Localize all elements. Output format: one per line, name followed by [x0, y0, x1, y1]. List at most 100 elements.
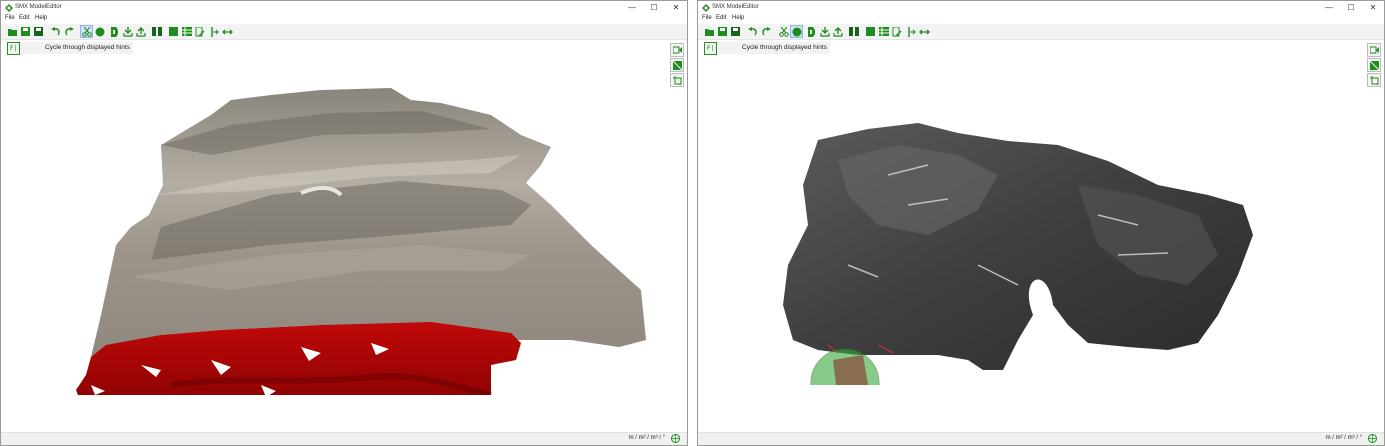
scissors-icon: [81, 26, 92, 37]
window-title: SMX ModelEditor: [712, 4, 759, 10]
rock-outcrop-model[interactable]: SM: [778, 115, 1258, 385]
camera-icon: [672, 46, 682, 54]
close-button[interactable]: ✕: [665, 2, 687, 13]
app-icon: [5, 4, 13, 12]
redo-button[interactable]: [760, 26, 771, 37]
toolbar: [698, 24, 1384, 40]
folder-open-icon: [704, 29, 714, 36]
camera-view-button[interactable]: [1367, 43, 1381, 57]
window-title: SMX ModelEditor: [15, 4, 62, 10]
table-button[interactable]: [181, 26, 192, 37]
bounding-box-button[interactable]: [1367, 73, 1381, 87]
bounding-box-button[interactable]: [670, 73, 684, 87]
3d-viewport[interactable]: Cycle through displayed hints F|: [1, 40, 687, 433]
cut-tool-button[interactable]: [778, 26, 789, 37]
table-icon: [181, 27, 192, 36]
table-icon: [878, 27, 889, 36]
model-editor-window-right: SMX ModelEditor — ☐ ✕ File Edit Help Cyc…: [697, 0, 1385, 446]
minimize-button[interactable]: —: [1318, 2, 1340, 13]
document-edit-icon: [195, 26, 204, 36]
menu-edit[interactable]: Edit: [19, 15, 29, 21]
half-shape-button[interactable]: [806, 26, 817, 37]
globe-icon[interactable]: [1368, 434, 1377, 443]
import-button[interactable]: [819, 26, 830, 37]
measure-button[interactable]: [919, 26, 930, 37]
maximize-button[interactable]: ☐: [1340, 2, 1362, 13]
sphere-tool-button[interactable]: [94, 26, 105, 37]
redo-icon: [64, 27, 74, 36]
hint-toggle-button[interactable]: F|: [7, 42, 20, 55]
measure-button[interactable]: [222, 26, 233, 37]
cut-tool-button[interactable]: [80, 25, 93, 38]
globe-icon[interactable]: [671, 434, 680, 443]
minimize-button[interactable]: —: [621, 2, 643, 13]
units-label: m / m² / m³ / °: [628, 435, 665, 441]
sphere-icon: [95, 27, 104, 36]
download-icon: [122, 26, 133, 37]
menu-edit[interactable]: Edit: [716, 15, 726, 21]
upload-icon: [135, 26, 146, 37]
redo-button[interactable]: [63, 26, 74, 37]
save-as-button[interactable]: [33, 26, 44, 37]
3d-viewport[interactable]: Cycle through displayed hints F| SM: [698, 40, 1384, 433]
menu-bar: File Edit Help: [698, 14, 1384, 24]
folder-open-icon: [7, 29, 17, 36]
split-view-button[interactable]: [848, 26, 859, 37]
quarry-terrain-model[interactable]: [71, 85, 661, 395]
units-label: m / m² / m³ / °: [1325, 435, 1362, 441]
menu-help[interactable]: Help: [732, 15, 744, 21]
split-view-icon: [151, 27, 162, 36]
close-button[interactable]: ✕: [1362, 2, 1384, 13]
menu-bar: File Edit Help: [1, 14, 687, 24]
report-button[interactable]: [891, 26, 902, 37]
table-button[interactable]: [878, 26, 889, 37]
measure-arrow-icon: [222, 29, 233, 34]
save-as-button[interactable]: [730, 26, 741, 37]
status-bar: m / m² / m³ / °: [698, 432, 1384, 445]
fill-tool-button[interactable]: [168, 26, 179, 37]
save-button[interactable]: [20, 26, 31, 37]
menu-file[interactable]: File: [702, 15, 712, 21]
square-fill-icon: [866, 27, 875, 36]
app-icon: [702, 4, 710, 12]
align-icon: [908, 26, 916, 37]
align-button[interactable]: [906, 26, 917, 37]
undo-button[interactable]: [50, 26, 61, 37]
title-bar[interactable]: SMX ModelEditor — ☐ ✕: [698, 1, 1384, 14]
measure-arrow-icon: [919, 29, 930, 34]
shading-icon: [1369, 60, 1379, 70]
half-shape-button[interactable]: [109, 26, 120, 37]
export-button[interactable]: [832, 26, 843, 37]
bounding-box-icon: [672, 75, 681, 85]
save-button[interactable]: [717, 26, 728, 37]
undo-button[interactable]: [747, 26, 758, 37]
scissors-icon: [778, 26, 789, 37]
report-button[interactable]: [194, 26, 205, 37]
align-button[interactable]: [209, 26, 220, 37]
toolbar: [1, 24, 687, 40]
title-bar[interactable]: SMX ModelEditor — ☐ ✕: [1, 1, 687, 14]
half-shape-icon: [808, 26, 815, 37]
fill-tool-button[interactable]: [865, 26, 876, 37]
export-button[interactable]: [135, 26, 146, 37]
camera-icon: [1369, 46, 1379, 54]
download-icon: [819, 26, 830, 37]
sphere-tool-button[interactable]: [790, 25, 803, 38]
status-bar: m / m² / m³ / °: [1, 432, 687, 445]
undo-icon: [747, 27, 757, 36]
import-button[interactable]: [122, 26, 133, 37]
menu-file[interactable]: File: [5, 15, 15, 21]
camera-view-button[interactable]: [670, 43, 684, 57]
open-button[interactable]: [7, 26, 18, 37]
hint-toggle-button[interactable]: F|: [704, 42, 717, 55]
open-button[interactable]: [704, 26, 715, 37]
shading-button[interactable]: [1367, 58, 1381, 72]
shading-button[interactable]: [670, 58, 684, 72]
split-view-button[interactable]: [151, 26, 162, 37]
save-as-icon: [34, 27, 43, 36]
half-shape-icon: [111, 26, 118, 37]
menu-help[interactable]: Help: [35, 15, 47, 21]
bounding-box-icon: [1369, 75, 1378, 85]
maximize-button[interactable]: ☐: [643, 2, 665, 13]
sphere-icon: [792, 27, 801, 36]
